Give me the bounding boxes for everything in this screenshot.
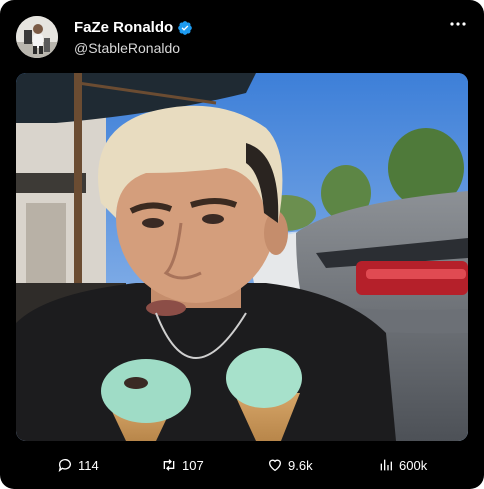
author-info: FaZe Ronaldo @StableRonaldo: [74, 18, 193, 57]
reply-count: 114: [78, 457, 99, 473]
more-dots-icon: [450, 22, 466, 26]
like-count: 9.6k: [288, 457, 313, 473]
tweet-header: FaZe Ronaldo @StableRonaldo: [16, 16, 468, 58]
tweet-photo[interactable]: [16, 73, 468, 441]
view-count: 600k: [399, 457, 428, 473]
avatar[interactable]: [16, 16, 58, 58]
heart-icon: [268, 459, 282, 472]
reply-button[interactable]: 114: [57, 452, 99, 478]
more-options-button[interactable]: [448, 16, 468, 32]
tweet-actions: 114 107 9.6k 600k: [0, 452, 484, 478]
repost-button[interactable]: 107: [161, 452, 204, 478]
name-row: FaZe Ronaldo: [74, 18, 193, 38]
photo-image: [16, 73, 468, 441]
like-button[interactable]: 9.6k: [267, 452, 313, 478]
author-handle[interactable]: @StableRonaldo: [74, 39, 193, 57]
display-name[interactable]: FaZe Ronaldo: [74, 18, 173, 38]
avatar-image: [16, 16, 58, 58]
views-chart-icon: [380, 459, 392, 471]
repost-icon: [163, 459, 175, 471]
repost-count: 107: [182, 457, 204, 473]
verified-badge-icon: [178, 21, 193, 35]
tweet-card: FaZe Ronaldo @StableRonaldo 114 107 9.6k…: [0, 0, 484, 489]
views-button[interactable]: 600k: [378, 452, 427, 478]
reply-icon: [58, 459, 71, 472]
